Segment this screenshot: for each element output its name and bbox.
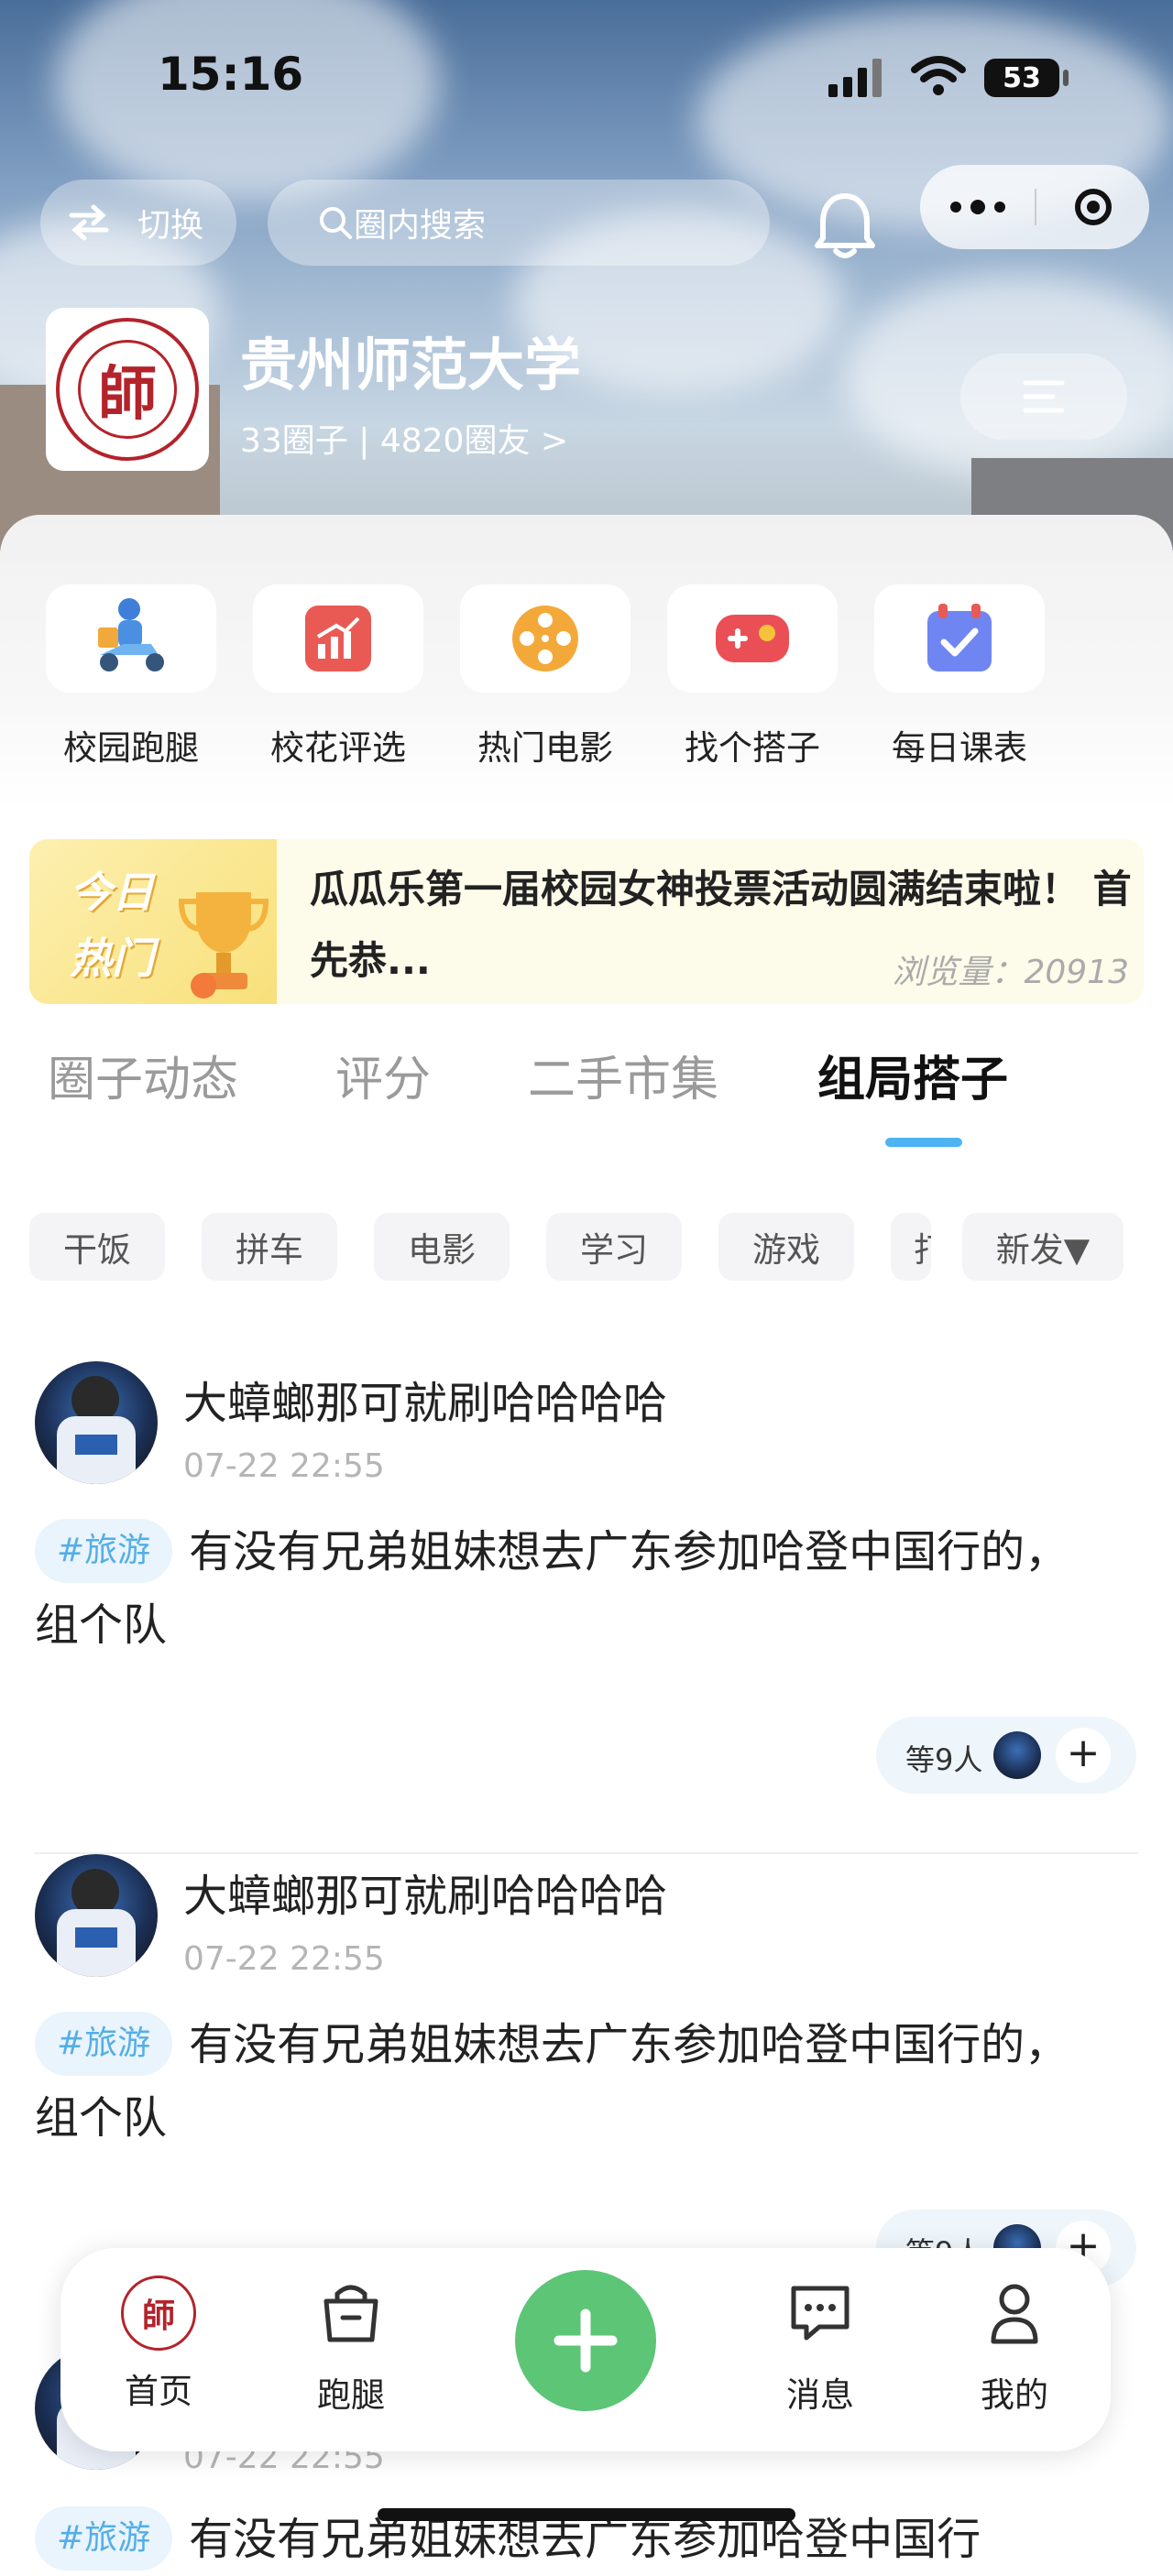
- post-tag[interactable]: #旅游: [35, 2012, 173, 2076]
- quick-link-label: 校园跑腿: [63, 728, 199, 768]
- joined-count: 等9人: [905, 1742, 983, 1777]
- quick-link-find-partner[interactable]: 找个搭子: [665, 584, 839, 770]
- tab-home-label: 首页: [125, 2372, 192, 2411]
- today-hot-badge-line1: 今日: [70, 868, 154, 917]
- sort-dropdown[interactable]: 新发▼: [962, 1213, 1124, 1281]
- miniprogram-capsule: [920, 165, 1149, 249]
- chip-study[interactable]: 学习: [546, 1213, 682, 1281]
- today-hot-badge: 今日 热门: [29, 839, 277, 1004]
- search-placeholder: 圈内搜索: [354, 207, 487, 245]
- join-group-button[interactable]: 等9人 +: [876, 1717, 1136, 1794]
- avatar[interactable]: [35, 1361, 158, 1484]
- menu-button[interactable]: [960, 354, 1127, 440]
- post-time: 07-22 22:55: [183, 1940, 385, 1978]
- avatar[interactable]: [35, 1854, 158, 1977]
- tab-errand-label: 跑腿: [317, 2375, 385, 2415]
- tab-home[interactable]: 師 首页: [99, 2276, 218, 2413]
- joined-avatar: [993, 1731, 1041, 1779]
- post-tag[interactable]: #旅游: [35, 1519, 173, 1583]
- post-content: #旅游 有没有兄弟姐妹想去广东参加哈登中国行的，组个队: [35, 2008, 1089, 2155]
- today-hot-views: 浏览量：20913: [892, 954, 1129, 991]
- plus-icon: +: [1056, 1728, 1111, 1783]
- bottom-tab-bar: 師 首页 跑腿 消息 我的: [60, 2248, 1111, 2451]
- school-logo: 師: [46, 308, 209, 471]
- delivery-rider-icon: [46, 584, 216, 693]
- school-name: 贵州师范大学: [240, 332, 582, 398]
- chat-bubble-icon: [791, 2286, 850, 2341]
- quick-link-errand[interactable]: 校园跑腿: [44, 584, 218, 770]
- chip-game[interactable]: 游戏: [718, 1213, 854, 1281]
- tab-messages[interactable]: 消息: [761, 2276, 880, 2417]
- wifi-icon: [911, 56, 966, 95]
- tab-bar: 圈子动态 评分 二手市集 组局搭子: [0, 1041, 1173, 1132]
- tab-group-partner[interactable]: 组局搭子: [817, 1041, 1008, 1109]
- status-bar: 15:16 53: [0, 0, 1173, 156]
- post-username[interactable]: 大蟑螂那可就刷哈哈哈哈: [183, 1367, 667, 1431]
- chip-movie[interactable]: 电影: [374, 1213, 510, 1281]
- battery-level: 53: [1003, 61, 1041, 94]
- post-divider: [35, 1852, 1138, 1854]
- post-text: 有没有兄弟姐妹想去广东参加哈登中国行的，组个队: [35, 2019, 1069, 2144]
- tab-mine[interactable]: 我的: [955, 2276, 1074, 2417]
- post-text: 有没有兄弟姐妹想去广东参加哈登中国行的，组个队: [35, 1526, 1069, 1651]
- create-post-button[interactable]: [515, 2270, 656, 2411]
- tab-messages-label: 消息: [786, 2375, 854, 2415]
- quick-link-label: 热门电影: [477, 728, 613, 768]
- post-tag[interactable]: #旅游: [35, 2506, 173, 2571]
- film-reel-icon: [460, 584, 630, 693]
- post-username[interactable]: 大蟑螂那可就刷哈哈哈哈: [183, 1860, 667, 1924]
- home-indicator: [378, 2508, 795, 2521]
- trophy-icon: [178, 892, 269, 999]
- quick-link-label: 每日课表: [892, 728, 1027, 768]
- quick-link-label: 找个搭子: [685, 728, 820, 768]
- switch-button[interactable]: 切换: [40, 180, 236, 266]
- basket-icon: [323, 2285, 378, 2342]
- tab-second-hand-market[interactable]: 二手市集: [528, 1041, 718, 1109]
- active-tab-indicator: [885, 1138, 962, 1147]
- home-logo-icon: 師: [121, 2276, 196, 2351]
- bell-icon[interactable]: [814, 191, 876, 260]
- user-icon: [991, 2284, 1038, 2344]
- chip-eat[interactable]: 干饭: [29, 1213, 165, 1281]
- post-time: 07-22 22:55: [183, 1447, 385, 1485]
- post-text: 有没有兄弟姐妹想去广东参加哈登中国行: [189, 2514, 981, 2565]
- battery-tip: [1063, 70, 1069, 86]
- tab-circle-feed[interactable]: 圈子动态: [48, 1041, 238, 1109]
- today-hot-banner[interactable]: 今日 热门 瓜瓜乐第一届校园女神投票活动圆满结束啦！ 首先恭... 浏览量：20…: [29, 839, 1144, 1004]
- today-hot-badge-line2: 热门: [70, 933, 154, 983]
- tab-mine-label: 我的: [981, 2375, 1048, 2415]
- home-logo-text: 師: [141, 2297, 175, 2335]
- status-time: 15:16: [158, 48, 304, 101]
- quick-link-beauty-vote[interactable]: 校花评选: [251, 584, 425, 770]
- quick-link-timetable[interactable]: 每日课表: [872, 584, 1047, 770]
- chip-carpool[interactable]: 拼车: [202, 1213, 337, 1281]
- more-icon[interactable]: [920, 165, 1035, 249]
- school-logo-text: 師: [98, 360, 157, 429]
- close-target-icon[interactable]: [1036, 165, 1149, 249]
- tab-rating[interactable]: 评分: [335, 1041, 431, 1109]
- chip-truncated-label: 打: [914, 1230, 931, 1270]
- post-content: #旅游 有没有兄弟姐妹想去广东参加哈登中国行的，组个队: [35, 1515, 1089, 1662]
- quick-link-movies[interactable]: 热门电影: [458, 584, 632, 770]
- battery-icon: 53: [984, 59, 1059, 97]
- search-icon: [320, 207, 352, 239]
- switch-label: 切换: [137, 207, 204, 245]
- quick-link-label: 校花评选: [270, 728, 406, 768]
- chip-truncated[interactable]: 打: [891, 1213, 931, 1281]
- school-stats[interactable]: 33圈子 | 4820圈友 >: [240, 414, 568, 462]
- signal-icon: [828, 59, 882, 97]
- swap-icon: [69, 204, 109, 241]
- search-input[interactable]: 圈内搜索: [268, 180, 770, 266]
- tab-errand[interactable]: 跑腿: [291, 2276, 411, 2417]
- menu-lines-icon: [1023, 380, 1065, 413]
- gamepad-icon: [667, 584, 838, 693]
- plus-icon: [554, 2309, 618, 2373]
- calendar-check-icon: [874, 584, 1045, 693]
- chart-icon: [253, 584, 423, 693]
